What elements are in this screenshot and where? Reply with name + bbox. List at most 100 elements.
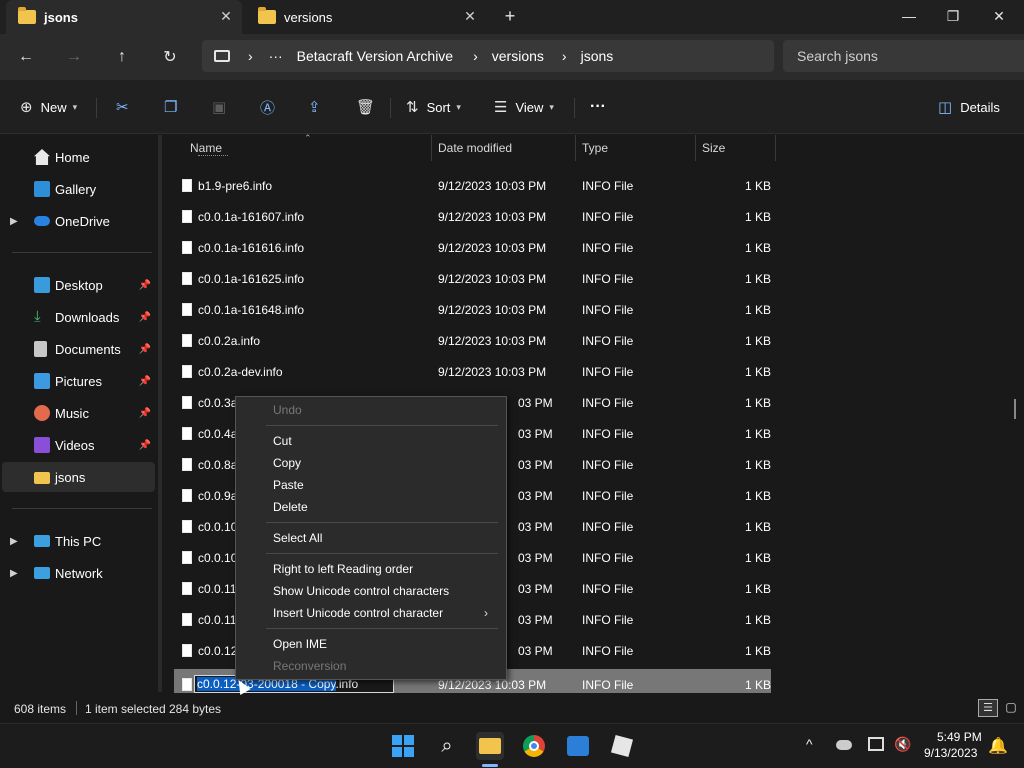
sidebar-item-documents[interactable]: Documents 📌 [2, 334, 155, 364]
sidebar-item-videos[interactable]: Videos 📌 [2, 430, 155, 460]
table-row[interactable]: b1.9-pre6.info 9/12/2023 10:03 PM INFO Fil… [174, 170, 771, 201]
monitor-tray-icon[interactable] [868, 737, 884, 751]
rename-button[interactable]: Ⓐ [260, 92, 283, 122]
table-row[interactable]: c0.0.1a-161625.info 9/12/2023 10:03 PM INF… [174, 263, 771, 294]
chevron-right-icon[interactable]: ▶ [10, 216, 18, 227]
breadcrumb-item-versions[interactable]: versions [492, 48, 544, 64]
list-scrollbar-thumb[interactable] [1014, 399, 1016, 419]
notification-bell-icon[interactable]: 🔔 [988, 736, 1008, 756]
back-button[interactable]: ← [10, 42, 42, 72]
sidebar-item-pictures[interactable]: Pictures 📌 [2, 366, 155, 396]
sidebar-item-this-pc[interactable]: ▶ This PC [2, 526, 155, 556]
file-name: c0.0.12 [198, 643, 238, 658]
chevron-right-icon[interactable]: ▶ [10, 568, 18, 579]
menu-item-cut[interactable]: Cut [273, 432, 292, 450]
close-tab-icon[interactable]: ✕ [462, 8, 478, 24]
column-header-type[interactable]: Type [582, 135, 692, 161]
tab-jsons[interactable]: jsons ✕ [6, 0, 242, 34]
volume-mute-icon[interactable]: 🔇 [894, 736, 911, 753]
menu-item-copy[interactable]: Copy [273, 454, 301, 472]
store-icon[interactable] [564, 732, 592, 760]
refresh-button[interactable]: ↻ [154, 42, 186, 72]
pin-icon[interactable]: 📌 [139, 408, 151, 419]
pin-icon[interactable]: 📌 [139, 312, 151, 323]
new-tab-button[interactable]: + [490, 0, 530, 32]
menu-item-undo[interactable]: Undo [273, 401, 302, 419]
column-header-size[interactable]: Size [702, 135, 772, 161]
menu-item-show-unicode[interactable]: Show Unicode control characters [273, 582, 449, 600]
file-size: 1 KB [745, 271, 772, 286]
menu-item-delete[interactable]: Delete [273, 498, 308, 516]
column-header-date[interactable]: Date modified [438, 135, 574, 161]
table-row[interactable]: c0.0.1a-161648.info 9/12/2023 10:03 PM INF… [174, 294, 771, 325]
menu-item-rtl[interactable]: Right to left Reading order [273, 560, 413, 578]
copy-button[interactable]: ❐ [164, 92, 185, 122]
file-explorer-icon[interactable] [476, 732, 504, 760]
sidebar-item-music[interactable]: Music 📌 [2, 398, 155, 428]
sidebar-item-jsons[interactable]: jsons [2, 462, 155, 492]
chevron-right-icon[interactable]: ▶ [10, 536, 18, 547]
table-row[interactable]: c0.0.2a.info 9/12/2023 10:03 PM INFO File 1… [174, 325, 771, 356]
menu-item-reconversion[interactable]: Reconversion [273, 657, 346, 675]
column-divider[interactable] [775, 135, 776, 161]
sidebar-item-gallery[interactable]: Gallery [2, 174, 155, 204]
tiles-view-button[interactable]: ▢ [1002, 699, 1020, 717]
pin-icon[interactable]: 📌 [139, 376, 151, 387]
clock-time[interactable]: 5:49 PM [937, 730, 982, 744]
start-icon[interactable] [389, 732, 417, 760]
maximize-button[interactable]: ❐ [930, 0, 976, 32]
chrome-icon[interactable] [520, 732, 548, 760]
sidebar-item-downloads[interactable]: ⤓ Downloads 📌 [2, 302, 155, 332]
new-button[interactable]: ⊕ New ▾ [20, 92, 77, 122]
onedrive-tray-icon[interactable] [836, 740, 852, 750]
close-tab-icon[interactable]: ✕ [218, 8, 234, 24]
file-date: 03 PM [518, 581, 553, 596]
search-icon[interactable]: ⌕ [433, 732, 461, 760]
column-divider[interactable] [695, 135, 696, 161]
tab-versions[interactable]: versions ✕ [246, 0, 486, 34]
details-view-button[interactable]: ☰ [978, 699, 998, 717]
pin-icon[interactable]: 📌 [139, 344, 151, 355]
pin-icon[interactable]: 📌 [139, 280, 151, 291]
up-button[interactable]: ↑ [106, 42, 138, 72]
column-divider[interactable] [431, 135, 432, 161]
menu-item-insert-unicode[interactable]: Insert Unicode control character [273, 604, 443, 622]
forward-button[interactable]: → [58, 42, 90, 72]
breadcrumb-item-archive[interactable]: Betacraft Version Archive [297, 48, 453, 64]
search-input[interactable]: Search jsons [783, 40, 1024, 72]
paste-button[interactable]: ▣ [212, 92, 234, 122]
music-icon [34, 405, 50, 421]
menu-item-paste[interactable]: Paste [273, 476, 304, 494]
sidebar-item-home[interactable]: Home [2, 142, 155, 172]
table-row[interactable]: c0.0.2a-dev.info 9/12/2023 10:03 PM INFO F… [174, 356, 771, 387]
breadcrumb-ellipsis[interactable]: ··· [269, 48, 283, 64]
address-bar[interactable]: › ··· Betacraft Version Archive › versio… [202, 40, 774, 72]
sort-button[interactable]: ⇅ Sort ▾ [406, 92, 461, 122]
table-row[interactable]: c0.0.1a-161607.info 9/12/2023 10:03 PM INF… [174, 201, 771, 232]
pin-icon[interactable]: 📌 [139, 440, 151, 451]
tray-chevron-icon[interactable]: ^ [806, 736, 813, 752]
sidebar-item-onedrive[interactable]: ▶ OneDrive [2, 206, 155, 236]
menu-item-select-all[interactable]: Select All [273, 529, 322, 547]
roblox-icon[interactable] [608, 732, 636, 760]
minimize-button[interactable]: — [886, 0, 932, 32]
column-divider[interactable] [575, 135, 576, 161]
more-options-button[interactable]: ··· [590, 92, 606, 122]
file-icon [182, 272, 192, 285]
sidebar-item-desktop[interactable]: Desktop 📌 [2, 270, 155, 300]
file-icon [182, 613, 192, 626]
share-button[interactable]: ⇪ [308, 92, 329, 122]
view-button[interactable]: ☰ View ▾ [494, 92, 554, 122]
details-button[interactable]: ◫ Details [938, 92, 1000, 122]
clock-date[interactable]: 9/13/2023 [924, 746, 977, 760]
sidebar-item-network[interactable]: ▶ Network [2, 558, 155, 588]
file-date: 9/12/2023 10:03 PM [438, 271, 547, 286]
breadcrumb-item-jsons[interactable]: jsons [581, 48, 614, 64]
cut-button[interactable]: ✂ [116, 92, 137, 122]
close-window-button[interactable]: ✕ [976, 0, 1022, 32]
delete-button[interactable]: 🗑 [356, 92, 383, 122]
menu-item-open-ime[interactable]: Open IME [273, 635, 327, 653]
menu-separator [266, 628, 498, 629]
table-row[interactable]: c0.0.1a-161616.info 9/12/2023 10:03 PM INF… [174, 232, 771, 263]
file-date: 03 PM [518, 612, 553, 627]
